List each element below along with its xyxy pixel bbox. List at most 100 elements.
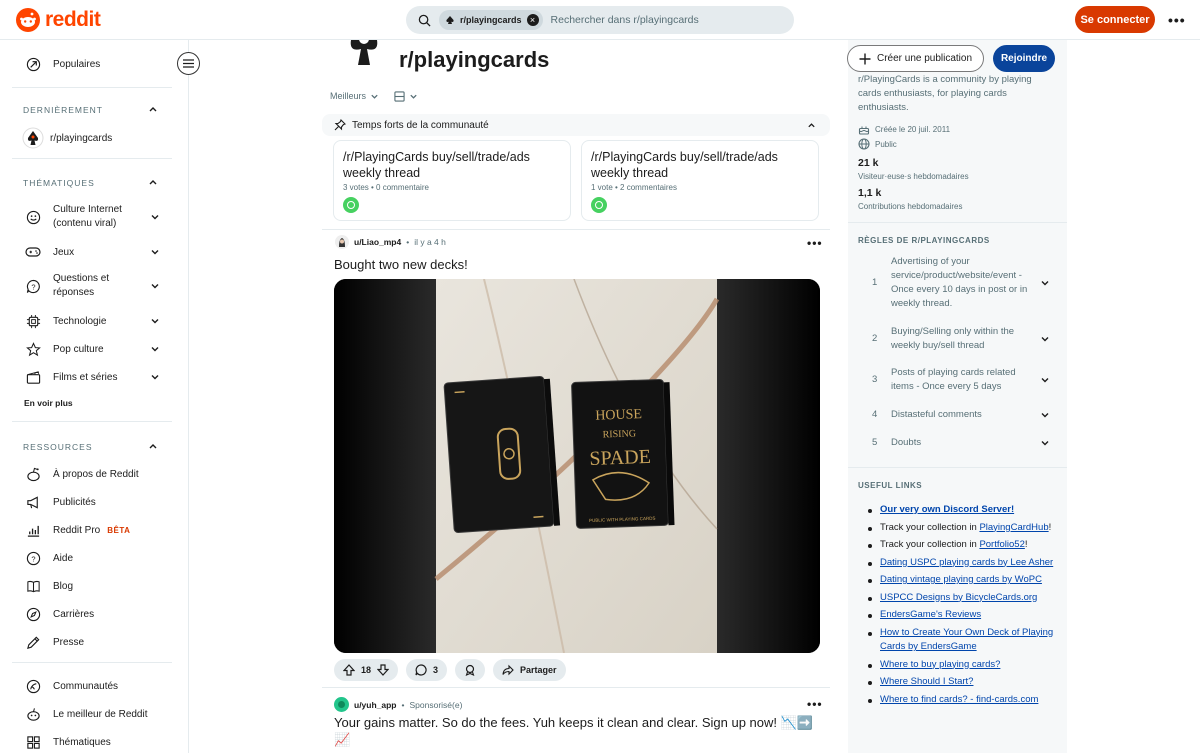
more-options-icon[interactable]: ••• — [1168, 12, 1186, 28]
rule-item[interactable]: 4 Distasteful comments — [858, 408, 1054, 422]
sidebar-toggle-button[interactable] — [177, 52, 200, 75]
rule-item[interactable]: 3 Posts of playing cards related items -… — [858, 366, 1054, 394]
ad-avatar[interactable] — [334, 697, 349, 712]
section-header-recent: DERNIÈREMENT — [23, 105, 104, 115]
user-avatar[interactable] — [335, 235, 349, 249]
create-post-label: Créer une publication — [876, 53, 973, 64]
sidebar-item-qa[interactable]: ? Questions et réponses — [12, 272, 172, 300]
list-item: Dating vintage playing cards by WoPC — [860, 573, 1060, 588]
sidebar-item-best-of[interactable]: Le meilleur de Reddit — [12, 705, 172, 723]
rule-number: 5 — [872, 437, 878, 448]
sidebar-item-label: Culture Internet (contenu viral) — [53, 204, 122, 229]
sidebar-item-communities[interactable]: Communautés — [12, 677, 172, 695]
chevron-down-icon[interactable] — [150, 372, 160, 382]
link-dating-uspc[interactable]: Dating USPC playing cards by Lee Asher — [880, 557, 1053, 568]
sidebar-item-culture[interactable]: Culture Internet (contenu viral) — [12, 203, 172, 231]
plus-icon — [859, 53, 871, 64]
login-button[interactable]: Se connecter — [1075, 6, 1155, 33]
downvote-icon[interactable] — [377, 664, 390, 676]
ad-author[interactable]: u/yuh_app — [354, 700, 397, 710]
ad-more-options-icon[interactable]: ••• — [807, 697, 823, 711]
link-portfolio52[interactable]: Portfolio52 — [979, 539, 1024, 550]
sidebar-item-label: Aide — [53, 552, 74, 564]
sidebar-item-label: Publicités — [53, 496, 96, 508]
rule-item[interactable]: 2 Buying/Selling only within the weekly … — [858, 325, 1054, 353]
upvote-icon[interactable] — [343, 664, 355, 676]
sidebar-item-about[interactable]: À propos de Reddit — [12, 465, 172, 483]
post-title[interactable]: Bought two new decks! — [334, 257, 468, 272]
highlight-card[interactable]: /r/PlayingCards buy/sell/trade/ads weekl… — [581, 140, 819, 221]
search-bar[interactable]: r/playingcards × Rechercher dans r/playi… — [406, 6, 794, 34]
sidebar-item-help[interactable]: ? Aide — [12, 549, 172, 567]
sidebar-item-label: Blog — [53, 580, 74, 592]
link-create-deck[interactable]: How to Create Your Own Deck of Playing C… — [880, 627, 1053, 653]
highlight-card[interactable]: /r/PlayingCards buy/sell/trade/ads weekl… — [333, 140, 571, 221]
link-find-cards[interactable]: Where to find cards? - find-cards.com — [880, 694, 1038, 705]
link-endersgame-reviews[interactable]: EndersGame's Reviews — [880, 609, 981, 620]
created-date: Créée le 20 juil. 2011 — [875, 124, 951, 134]
view-layout-dropdown[interactable] — [394, 91, 418, 102]
see-more-link[interactable]: En voir plus — [24, 398, 73, 408]
sidebar-item-label: Thématiques — [53, 736, 111, 748]
rule-item[interactable]: 5 Doubts — [858, 436, 1054, 450]
useful-links-list: Our very own Discord Server! Track your … — [860, 503, 1060, 710]
sidebar-item-topics[interactable]: Thématiques — [12, 733, 172, 751]
ad-title[interactable]: Your gains matter. So do the fees. Yuh k… — [334, 714, 818, 748]
award-button[interactable] — [455, 659, 486, 681]
pin-icon — [334, 119, 346, 131]
link-discord[interactable]: Our very own Discord Server! — [880, 504, 1014, 515]
rule-item[interactable]: 1 Advertising of your service/product/we… — [858, 255, 1054, 311]
chevron-up-icon[interactable] — [148, 441, 158, 451]
chevron-down-icon[interactable] — [150, 316, 160, 326]
reddit-snoo-icon — [16, 8, 40, 32]
sidebar-item-press[interactable]: Presse — [12, 633, 172, 651]
chevron-down-icon[interactable] — [150, 212, 160, 222]
rule-text: Advertising of your service/product/webs… — [891, 256, 1028, 309]
link-uspcc-designs[interactable]: USPCC Designs by BicycleCards.org — [880, 592, 1037, 603]
chevron-down-icon[interactable] — [150, 281, 160, 291]
chevron-down-icon[interactable] — [150, 247, 160, 257]
chevron-down-icon — [1041, 281, 1049, 286]
highlight-card-meta: 3 votes • 0 commentaire — [343, 183, 429, 192]
post-more-options-icon[interactable]: ••• — [807, 236, 823, 250]
sidebar-item-games[interactable]: Jeux — [12, 243, 172, 261]
grid-icon — [25, 734, 41, 750]
link-dating-vintage[interactable]: Dating vintage playing cards by WoPC — [880, 574, 1042, 585]
layout-card-icon — [394, 91, 405, 102]
search-scope-chip[interactable]: r/playingcards × — [439, 10, 543, 30]
sidebar-item-label: r/playingcards — [50, 132, 113, 144]
sidebar-item-popular[interactable]: Populaires — [12, 55, 172, 73]
sidebar-item-movies[interactable]: Films et séries — [12, 368, 172, 386]
divider — [12, 421, 172, 422]
join-button[interactable]: Rejoindre — [993, 45, 1055, 72]
reddit-logo[interactable]: reddit — [16, 8, 101, 32]
sidebar-item-careers[interactable]: Carrières — [12, 605, 172, 623]
link-playingcardhub[interactable]: PlayingCardHub — [979, 522, 1048, 533]
share-button[interactable]: Partager — [493, 659, 566, 681]
highlight-card-meta: 1 vote • 2 commentaires — [591, 183, 677, 192]
community-highlights-header[interactable]: Temps forts de la communauté — [322, 114, 830, 136]
comment-count: 3 — [433, 665, 439, 675]
sort-dropdown[interactable]: Meilleurs — [330, 91, 379, 101]
sidebar-item-popculture[interactable]: Pop culture — [12, 340, 172, 358]
chip-close-icon[interactable]: × — [526, 14, 539, 26]
link-prefix: Track your collection in — [880, 521, 980, 533]
comments-button[interactable]: 3 — [406, 659, 448, 681]
chevron-up-icon[interactable] — [148, 177, 158, 187]
chevron-down-icon[interactable] — [150, 344, 160, 354]
link-where-start[interactable]: Where Should I Start? — [880, 676, 973, 687]
sidebar-item-playingcards[interactable]: r/playingcards — [12, 127, 172, 149]
sidebar-item-blog[interactable]: Blog — [12, 577, 172, 595]
post-image[interactable]: HOUSE RISING SPADE PUBLIC WITH PLAYING C… — [334, 279, 820, 653]
sidebar-item-ads[interactable]: Publicités — [12, 493, 172, 511]
chevron-up-icon[interactable] — [148, 104, 158, 114]
chevron-up-icon — [808, 122, 815, 127]
trending-icon — [25, 56, 41, 72]
post-author[interactable]: u/Liao_mp4 — [354, 237, 401, 247]
sidebar-item-tech[interactable]: Technologie — [12, 312, 172, 330]
link-where-buy[interactable]: Where to buy playing cards? — [880, 659, 1000, 670]
search-icon — [418, 14, 431, 27]
sidebar-item-reddit-pro[interactable]: Reddit Pro BÊTA — [12, 521, 172, 539]
vote-count: 18 — [361, 665, 372, 675]
create-post-button[interactable]: Créer une publication — [847, 45, 984, 72]
